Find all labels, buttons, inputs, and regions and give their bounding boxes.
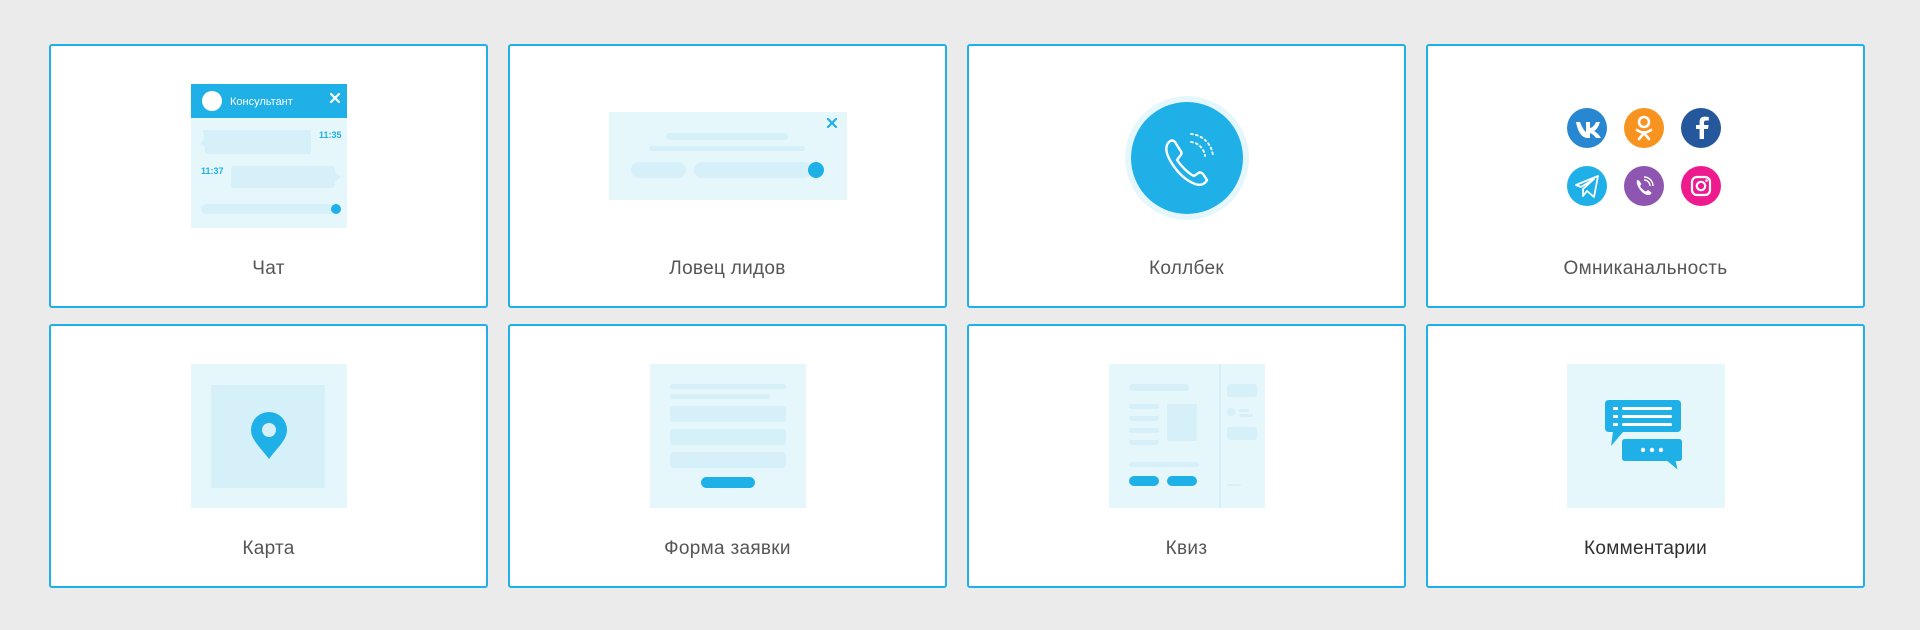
widget-label: Коллбек xyxy=(1148,258,1225,279)
comments-icon xyxy=(1566,364,1725,513)
vk-icon xyxy=(1566,108,1607,148)
widget-card-callback[interactable]: Коллбек xyxy=(967,44,1406,308)
chat-header-title: Консультант xyxy=(230,96,293,108)
widget-card-lead-catcher[interactable]: Ловец лидов xyxy=(508,44,947,308)
request-form-icon xyxy=(649,364,806,513)
instagram-icon xyxy=(1680,166,1721,206)
widget-label: Омниканальность xyxy=(1563,258,1728,279)
widget-label: Квиз xyxy=(1165,538,1208,559)
quiz-icon xyxy=(1108,364,1265,513)
map-pin-icon xyxy=(190,364,347,513)
facebook-icon xyxy=(1680,108,1721,148)
phone-icon xyxy=(1124,96,1249,225)
lead-catcher-popup-icon xyxy=(608,112,847,205)
odnoklassniki-icon xyxy=(1623,108,1664,148)
widget-card-map[interactable]: Карта xyxy=(49,324,488,588)
widget-label: Карта xyxy=(242,538,295,559)
widget-grid: Консультант 11:35 11:37 Чат Ловец лидов … xyxy=(49,44,1867,588)
widget-card-omnichannel[interactable]: Омниканальность xyxy=(1426,44,1865,308)
widget-label: Ловец лидов xyxy=(669,258,786,279)
widget-label: Чат xyxy=(252,258,285,279)
telegram-icon xyxy=(1566,166,1607,206)
widget-card-comments[interactable]: Комментарии xyxy=(1426,324,1865,588)
chat-time-1: 11:35 xyxy=(319,130,342,140)
social-networks-icon xyxy=(1566,108,1725,213)
chat-time-2: 11:37 xyxy=(201,166,224,176)
viber-icon xyxy=(1623,166,1664,206)
widget-card-chat[interactable]: Консультант 11:35 11:37 Чат xyxy=(49,44,488,308)
chat-widget-icon: Консультант 11:35 11:37 xyxy=(190,84,347,233)
widget-card-request-form[interactable]: Форма заявки xyxy=(508,324,947,588)
widget-card-quiz[interactable]: Квиз xyxy=(967,324,1406,588)
widget-label: Форма заявки xyxy=(664,538,791,559)
widget-label: Комментарии xyxy=(1584,538,1707,559)
